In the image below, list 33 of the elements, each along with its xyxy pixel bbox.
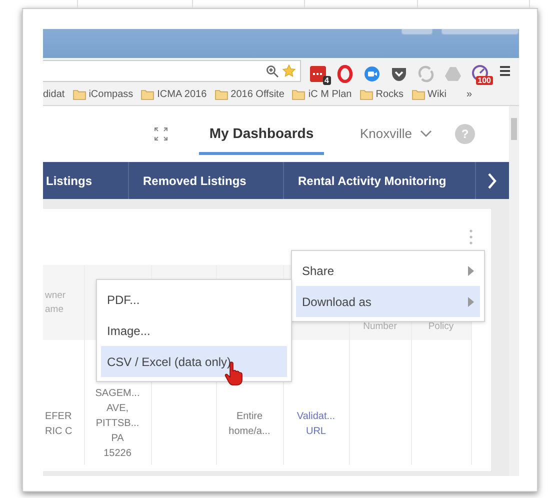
expand-icon[interactable]	[154, 127, 168, 141]
bookmark-link[interactable]: ICMA 2016	[157, 87, 207, 102]
menu-item[interactable]: Download as	[296, 286, 480, 317]
menu-item[interactable]: CSV / Excel (data only)	[101, 346, 287, 377]
gauge-icon[interactable]	[471, 64, 489, 83]
submenu-arrow-icon	[468, 266, 474, 276]
badge-count: 4	[322, 76, 331, 85]
badge-count: 100	[476, 76, 493, 85]
bookmark-link[interactable]: didat	[43, 87, 65, 102]
table-cell: EFER RIC C	[43, 340, 84, 465]
validation-link[interactable]: Validat... URL	[286, 408, 346, 438]
dashboard-tab[interactable]: My Dashboards	[199, 113, 324, 155]
submenu-arrow-icon	[468, 296, 474, 306]
location-label: Knoxville	[360, 125, 412, 144]
bookmark-link[interactable]: Rocks	[376, 87, 404, 102]
bookmark-link[interactable]: iCompass	[88, 87, 134, 102]
menu-icon[interactable]	[499, 65, 511, 77]
address-field[interactable]	[43, 60, 301, 82]
kebab-menu-icon[interactable]	[469, 229, 473, 245]
ring-icon[interactable]	[336, 64, 354, 83]
square-icon[interactable]	[309, 64, 327, 83]
scrollbar[interactable]	[509, 106, 519, 476]
camera-icon[interactable]	[363, 64, 381, 83]
chevron-down-icon[interactable]	[420, 130, 432, 138]
bookmark-link[interactable]: Wiki	[428, 87, 446, 102]
menu-item[interactable]: PDF...	[101, 284, 287, 315]
column-header: wner ame	[43, 265, 84, 340]
bookmark-link[interactable]: iC M Plan	[308, 87, 352, 102]
zoom-icon[interactable]	[266, 64, 279, 78]
bookmark-link[interactable]: 2016 Offsite	[230, 87, 284, 102]
star-icon[interactable]	[282, 64, 296, 78]
chevron-right-icon[interactable]	[486, 172, 496, 190]
more-bookmarks-button[interactable]: »	[466, 87, 472, 102]
